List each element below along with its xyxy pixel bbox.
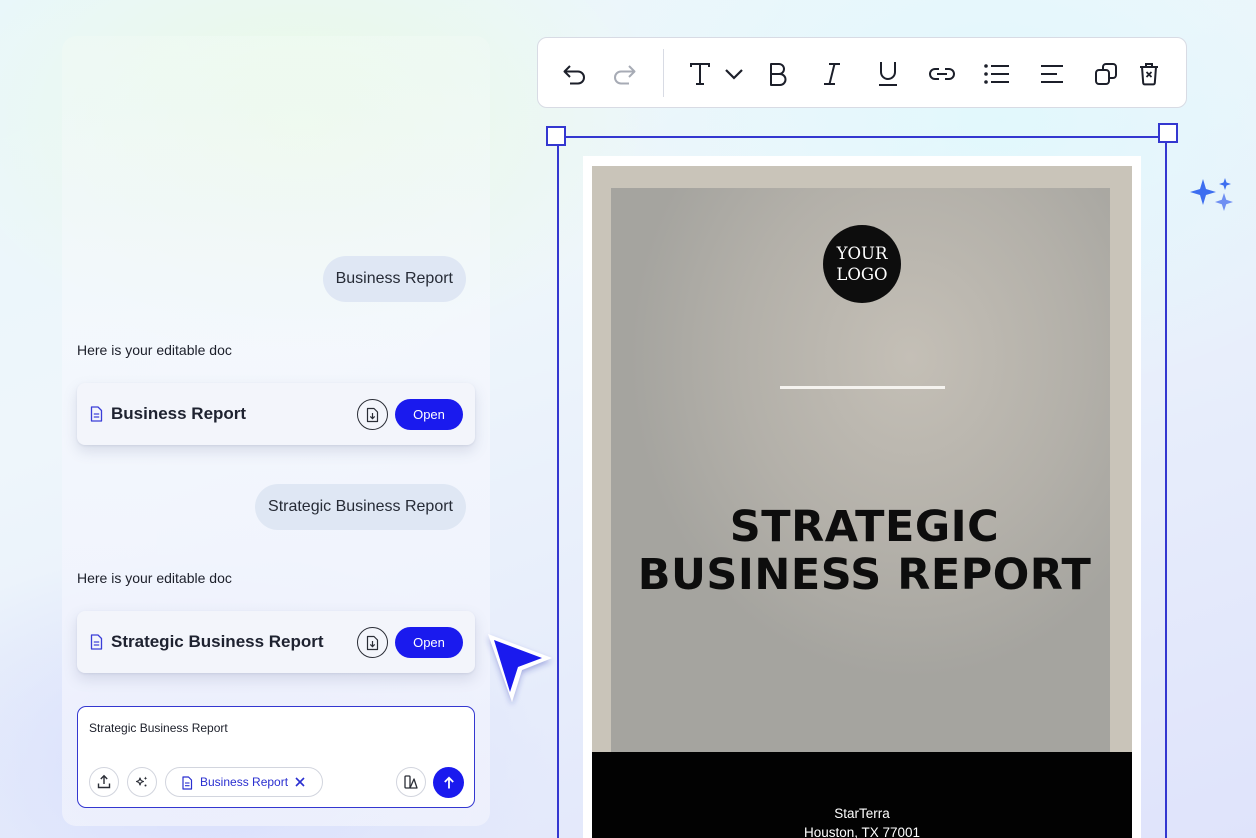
- undo-icon: [563, 65, 585, 85]
- arrow-up-icon: [443, 776, 454, 788]
- resize-handle-top-right[interactable]: [1158, 123, 1178, 143]
- doc-card[interactable]: Strategic Business Report Open: [77, 611, 475, 673]
- user-message-bubble: Strategic Business Report: [255, 484, 466, 530]
- resize-handle-top-left[interactable]: [546, 126, 566, 146]
- redo-icon: [614, 65, 636, 85]
- text-style-button[interactable]: [685, 59, 715, 89]
- download-icon: [366, 635, 379, 650]
- chevron-down-icon: [725, 69, 743, 80]
- document-icon: [90, 634, 103, 650]
- upload-icon: [97, 774, 111, 789]
- text-style-dropdown[interactable]: [719, 59, 749, 89]
- chat-panel: Business Report Here is your editable do…: [62, 36, 490, 826]
- user-message-text: Strategic Business Report: [268, 498, 453, 515]
- underline-button[interactable]: [873, 59, 903, 89]
- toolbar-divider: [663, 49, 664, 97]
- doc-card-title: Strategic Business Report: [111, 632, 324, 651]
- delete-button[interactable]: [1134, 59, 1164, 89]
- document-icon: [182, 776, 193, 790]
- bulleted-list-icon: [984, 64, 1009, 84]
- selection-box: [557, 136, 1167, 838]
- align-left-icon: [1041, 65, 1063, 83]
- composer-input-text[interactable]: Strategic Business Report: [89, 721, 228, 735]
- bold-icon: [770, 63, 787, 86]
- format-toolbar: [537, 37, 1187, 108]
- document-icon: [90, 406, 103, 422]
- underline-icon: [879, 62, 897, 86]
- bold-button[interactable]: [763, 59, 793, 89]
- attached-doc-chip[interactable]: Business Report: [165, 767, 323, 797]
- close-icon[interactable]: [294, 776, 306, 788]
- cursor-pointer-icon: [488, 634, 552, 702]
- user-message-text: Business Report: [335, 270, 453, 287]
- link-icon: [929, 68, 955, 80]
- ai-magic-button[interactable]: [127, 767, 157, 797]
- delete-icon: [1140, 63, 1158, 86]
- italic-icon: [824, 63, 840, 85]
- assistant-message-text: Here is your editable doc: [77, 570, 232, 586]
- sparkle-icon: [135, 776, 148, 787]
- assistant-message-text: Here is your editable doc: [77, 342, 232, 358]
- download-button[interactable]: [357, 399, 388, 430]
- align-button[interactable]: [1037, 59, 1067, 89]
- send-button[interactable]: [433, 767, 464, 798]
- redo-button[interactable]: [609, 59, 639, 89]
- duplicate-icon: [1095, 63, 1117, 85]
- user-message-bubble: Business Report: [322, 256, 466, 302]
- doc-card-title: Business Report: [111, 404, 247, 423]
- template-button[interactable]: [396, 767, 426, 797]
- text-icon: [690, 63, 710, 85]
- upload-button[interactable]: [89, 767, 119, 797]
- download-button[interactable]: [357, 627, 388, 658]
- download-icon: [366, 407, 379, 422]
- italic-button[interactable]: [817, 59, 847, 89]
- undo-button[interactable]: [560, 59, 590, 89]
- bulleted-list-button[interactable]: [982, 59, 1012, 89]
- link-button[interactable]: [927, 59, 957, 89]
- open-button[interactable]: Open: [395, 399, 463, 430]
- open-button[interactable]: Open: [395, 627, 463, 658]
- message-composer[interactable]: Strategic Business Report Business Repor…: [77, 706, 475, 808]
- shapes-icon: [404, 775, 418, 789]
- doc-card[interactable]: Business Report Open: [77, 383, 475, 445]
- duplicate-button[interactable]: [1091, 59, 1121, 89]
- sparkle-icon: [1190, 178, 1233, 211]
- chip-label: Business Report: [200, 775, 289, 789]
